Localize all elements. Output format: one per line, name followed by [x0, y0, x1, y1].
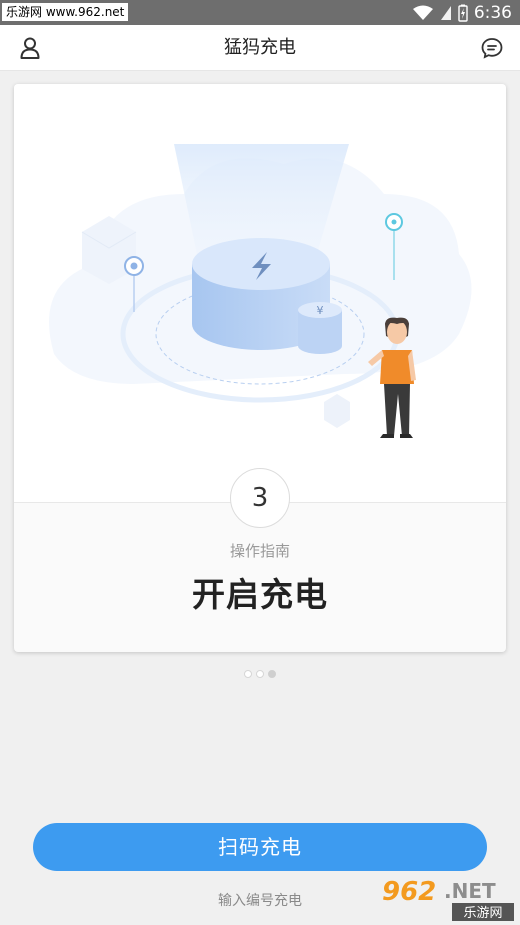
page-dot-2[interactable]: [256, 670, 264, 678]
svg-text:¥: ¥: [317, 304, 324, 317]
status-bar: 乐游网 www.962.net 6:36: [0, 0, 520, 25]
guide-card[interactable]: ¥ 3 操作指南 开启充电: [14, 84, 506, 652]
charging-station-illustration: ¥: [49, 144, 472, 438]
page-dot-1[interactable]: [244, 670, 252, 678]
app-header: 猛犸充电: [0, 25, 520, 71]
status-icons: 6:36: [412, 3, 512, 23]
battery-charging-icon: [458, 4, 468, 22]
step-number-badge: 3: [230, 468, 290, 528]
svg-text:962: 962: [382, 877, 436, 907]
page-title: 猛犸充电: [224, 37, 296, 58]
guide-label: 操作指南: [229, 542, 290, 560]
watermark-logo: 962 .NET 乐游网: [382, 877, 514, 921]
svg-text:.NET: .NET: [444, 879, 496, 903]
carousel-pagination: [0, 670, 520, 678]
page-dot-3-active[interactable]: [268, 670, 276, 678]
cellular-signal-icon: [440, 6, 451, 20]
guide-step-title: 开启充电: [192, 575, 328, 614]
scan-to-charge-button[interactable]: 扫码充电: [33, 823, 487, 871]
svg-text:乐游网: 乐游网: [463, 906, 502, 921]
status-time: 6:36: [473, 3, 512, 23]
watermark-label: 乐游网 www.962.net: [2, 3, 129, 21]
message-icon[interactable]: [480, 36, 504, 60]
wifi-icon: [412, 5, 433, 20]
illustration-area: ¥: [14, 84, 506, 502]
